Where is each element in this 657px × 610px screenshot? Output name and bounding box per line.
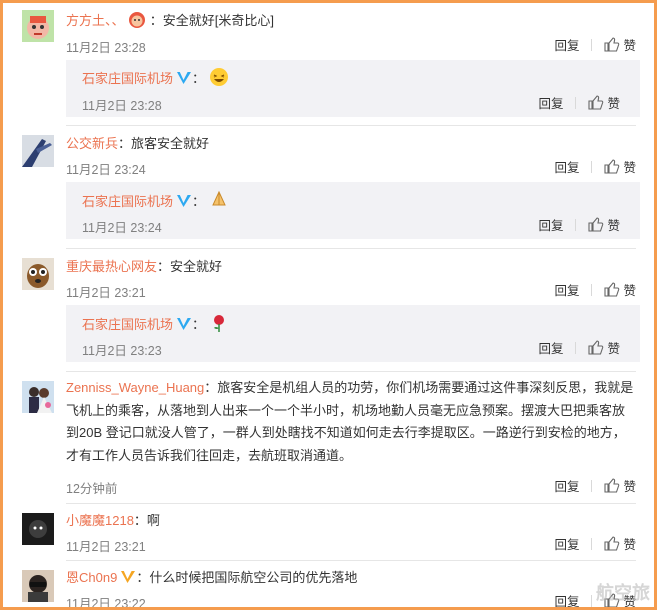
avatar[interactable] bbox=[22, 135, 54, 167]
monkey-face-icon bbox=[128, 11, 146, 35]
reply-actions: 回复 赞 bbox=[538, 215, 620, 234]
divider bbox=[66, 125, 636, 126]
divider bbox=[575, 341, 577, 354]
username-link[interactable]: 方方土、、 bbox=[66, 13, 125, 28]
reply-box: 石家庄国际机场： 11月2日 23:24 回复 赞 bbox=[66, 182, 640, 239]
like-button[interactable]: 赞 bbox=[588, 93, 620, 112]
reply-button[interactable]: 回复 bbox=[554, 534, 579, 553]
comment-text: ：啊 bbox=[133, 513, 160, 528]
username-link[interactable]: 恩Ch0n9 bbox=[66, 570, 117, 585]
comment-actions: 回复 赞 bbox=[554, 35, 636, 54]
like-button[interactable]: 赞 bbox=[604, 157, 636, 176]
divider bbox=[591, 594, 593, 607]
reply-button[interactable]: 回复 bbox=[538, 93, 563, 112]
thumbs-up-icon bbox=[604, 536, 620, 551]
comment-actions: 回复 赞 bbox=[554, 280, 636, 299]
username-link[interactable]: 石家庄国际机场 bbox=[82, 71, 173, 86]
comment-actions: 回复 赞 bbox=[554, 534, 636, 553]
verified-icon bbox=[176, 193, 192, 214]
comment-text: ：旅客安全就好 bbox=[118, 136, 210, 151]
avatar[interactable] bbox=[22, 570, 54, 602]
reply-button[interactable]: 回复 bbox=[554, 476, 579, 495]
comment-text: ：安全就好 bbox=[157, 259, 223, 274]
username-link[interactable]: 石家庄国际机场 bbox=[82, 194, 173, 209]
reply-button[interactable]: 回复 bbox=[554, 591, 579, 607]
avatar[interactable] bbox=[22, 513, 54, 545]
verified-icon bbox=[176, 70, 192, 91]
comment-time: 11月2日 23:28 bbox=[66, 41, 146, 55]
praying-hands-icon bbox=[209, 190, 229, 216]
divider bbox=[591, 38, 593, 51]
username-link[interactable]: 小魔魔1218 bbox=[66, 513, 134, 528]
like-button[interactable]: 赞 bbox=[588, 215, 620, 234]
comment-time: 11月2日 23:21 bbox=[66, 540, 146, 554]
reply-button[interactable]: 回复 bbox=[554, 35, 579, 54]
comment-actions: 回复 赞 bbox=[554, 157, 636, 176]
reply-button[interactable]: 回复 bbox=[538, 215, 563, 234]
divider bbox=[66, 248, 636, 249]
like-button[interactable]: 赞 bbox=[604, 35, 636, 54]
divider bbox=[591, 479, 593, 492]
like-button[interactable]: 赞 bbox=[588, 338, 620, 357]
divider bbox=[591, 160, 593, 173]
laughing-face-icon bbox=[209, 67, 229, 93]
thumbs-up-icon bbox=[604, 37, 620, 52]
comment-time: 11月2日 23:22 bbox=[66, 597, 146, 610]
crown-badge-icon bbox=[120, 569, 136, 590]
reply-box: 石家庄国际机场： 11月2日 23:28 回复 赞 bbox=[66, 60, 640, 117]
divider bbox=[66, 503, 636, 504]
comment-actions: 回复 赞 bbox=[554, 476, 636, 495]
comment-time: 11月2日 23:21 bbox=[66, 286, 146, 300]
reply-box: 石家庄国际机场： 11月2日 23:23 回复 赞 bbox=[66, 305, 640, 362]
comments-panel: 方方土、、 ：安全就好[米奇比心] 11月2日 23:28 回复 赞 石家庄国际… bbox=[0, 0, 657, 610]
divider bbox=[591, 537, 593, 550]
reply-button[interactable]: 回复 bbox=[538, 338, 563, 357]
thumbs-up-icon bbox=[588, 95, 604, 110]
avatar[interactable] bbox=[22, 381, 54, 413]
verified-icon bbox=[176, 316, 192, 337]
reply-button[interactable]: 回复 bbox=[554, 157, 579, 176]
comment-text: ：安全就好[米奇比心] bbox=[149, 13, 274, 28]
divider bbox=[591, 283, 593, 296]
reply-time: 11月2日 23:28 bbox=[82, 99, 162, 113]
divider bbox=[575, 96, 577, 109]
like-button[interactable]: 赞 bbox=[604, 280, 636, 299]
like-button[interactable]: 赞 bbox=[604, 476, 636, 495]
username-link[interactable]: 公交新兵 bbox=[66, 136, 118, 151]
rose-icon bbox=[209, 313, 229, 339]
reply-actions: 回复 赞 bbox=[538, 338, 620, 357]
thumbs-up-icon bbox=[604, 478, 620, 493]
username-link[interactable]: Zenniss_Wayne_Huang bbox=[66, 380, 204, 395]
divider bbox=[66, 560, 636, 561]
reply-button[interactable]: 回复 bbox=[554, 280, 579, 299]
watermark: 航空旅 bbox=[596, 583, 650, 603]
username-link[interactable]: 石家庄国际机场 bbox=[82, 317, 173, 332]
comment-time: 11月2日 23:24 bbox=[66, 163, 146, 177]
username-link[interactable]: 重庆最热心网友 bbox=[66, 259, 157, 274]
reply-actions: 回复 赞 bbox=[538, 93, 620, 112]
thumbs-up-icon bbox=[588, 340, 604, 355]
divider bbox=[66, 371, 636, 372]
thumbs-up-icon bbox=[588, 217, 604, 232]
divider bbox=[575, 218, 577, 231]
thumbs-up-icon bbox=[604, 282, 620, 297]
thumbs-up-icon bbox=[604, 159, 620, 174]
reply-time: 11月2日 23:24 bbox=[82, 221, 162, 235]
avatar[interactable] bbox=[22, 10, 54, 42]
like-button[interactable]: 赞 bbox=[604, 534, 636, 553]
comment-text: ：什么时候把国际航空公司的优先落地 bbox=[136, 570, 358, 585]
reply-time: 11月2日 23:23 bbox=[82, 344, 162, 358]
comment-time: 12分钟前 bbox=[66, 482, 118, 496]
avatar[interactable] bbox=[22, 258, 54, 290]
